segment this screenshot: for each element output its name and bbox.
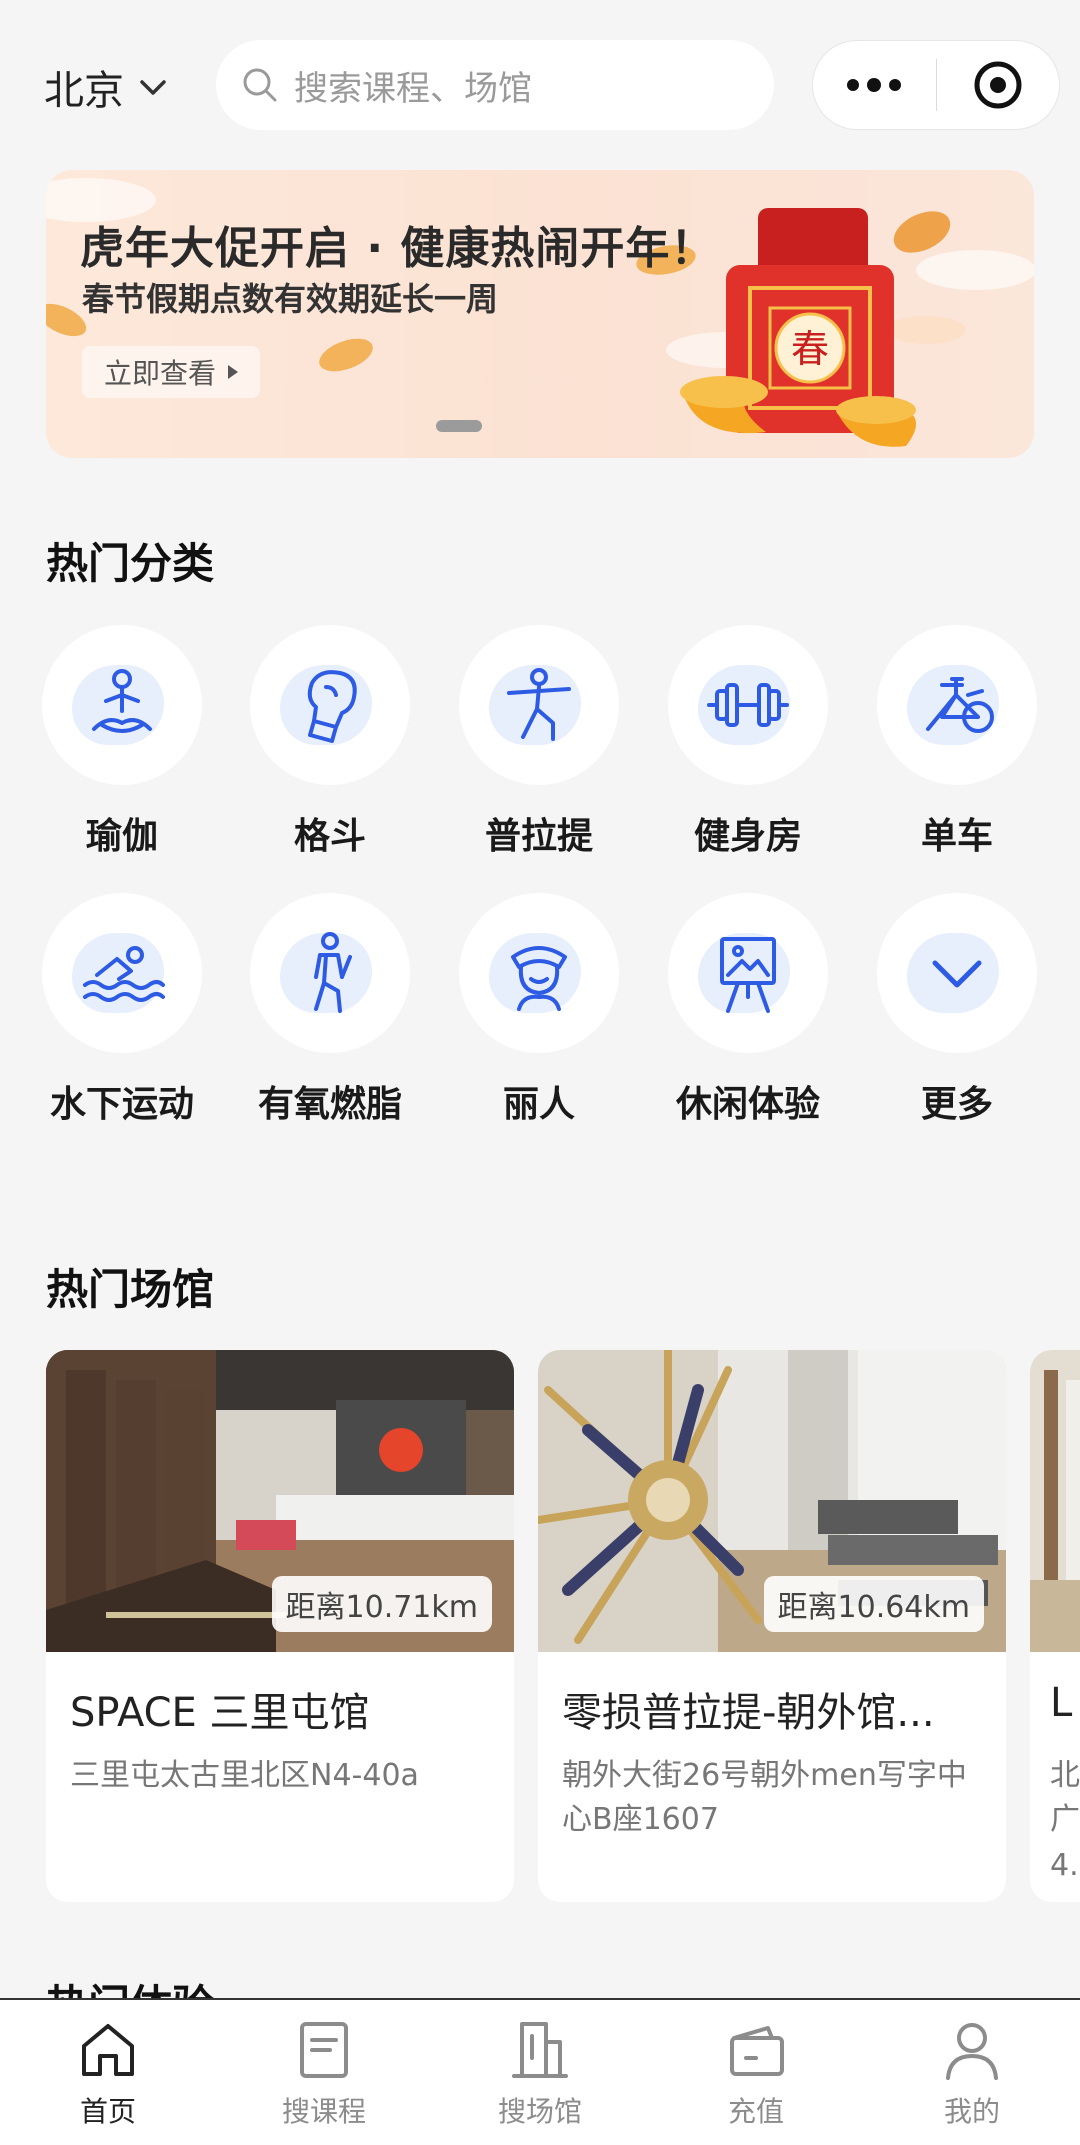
chevron-down-icon [932, 960, 982, 988]
section-title-venues: 热门场馆 [46, 1265, 215, 1314]
more-dots-icon [847, 78, 902, 92]
category-icon-circle [42, 625, 202, 785]
venue-address: 三里屯太古里北区N4-40a [70, 1758, 419, 1793]
tab-label: 首页 [79, 2095, 136, 2128]
category-more[interactable]: 更多 [872, 893, 1042, 1127]
search-icon [243, 68, 277, 102]
venue-address: 北广 [1050, 1758, 1080, 1837]
venue-card[interactable]: L 北广 4. [1030, 1350, 1080, 1902]
category-label: 瑜伽 [85, 816, 158, 857]
category-cardio[interactable]: 有氧燃脂 [245, 893, 415, 1127]
red-packet-char: 春 [791, 327, 829, 371]
search-input[interactable]: 搜索课程、场馆 [216, 40, 774, 130]
city-label: 北京 [44, 68, 124, 114]
play-arrow-icon [228, 365, 239, 379]
home-icon [82, 2024, 134, 2076]
chevron-down-icon [140, 80, 166, 95]
banner-cta-label: 立即查看 [104, 357, 217, 390]
category-label: 水下运动 [49, 1084, 194, 1125]
category-label: 健身房 [693, 816, 802, 857]
category-icon-circle [459, 893, 619, 1053]
tab-label: 搜场馆 [497, 2095, 582, 2128]
section-title-categories: 热门分类 [46, 539, 215, 588]
close-miniprogram-button[interactable] [937, 41, 1060, 129]
distance-badge: 距离10.71km [271, 1576, 492, 1632]
tab-label: 充值 [727, 2095, 784, 2128]
category-label: 普拉提 [484, 816, 593, 857]
category-icon-circle [250, 625, 410, 785]
category-icon-circle [668, 893, 828, 1053]
wallet-icon [730, 2026, 784, 2076]
boxing-glove-icon [307, 670, 357, 743]
venue-name: 零损普拉提-朝外馆... [562, 1690, 935, 1736]
building-icon [512, 2022, 568, 2078]
tab-home[interactable]: 首页 [0, 2000, 216, 2145]
course-icon [300, 2022, 348, 2078]
category-icon-circle [250, 893, 410, 1053]
miniprogram-capsule [812, 40, 1060, 130]
distance-badge: 距离10.64km [763, 1576, 984, 1632]
banner-view-button[interactable]: 立即查看 [82, 346, 261, 398]
dumbbell-icon [707, 683, 789, 727]
category-yoga[interactable]: 瑜伽 [37, 625, 207, 859]
promo-banner[interactable]: 春 虎年大促开启 · 健康热闹开年！ 春节假期点数有效期延长一周 立即查看 [46, 170, 1034, 458]
category-label: 有氧燃脂 [257, 1084, 402, 1125]
meditation-icon [92, 669, 152, 733]
tab-label: 搜课程 [281, 2095, 366, 2128]
category-water-sports[interactable]: 水下运动 [37, 893, 207, 1127]
banner-subtitle: 春节假期点数有效期延长一周 [82, 280, 499, 318]
tab-profile[interactable]: 我的 [864, 2000, 1080, 2145]
tab-search-courses[interactable]: 搜课程 [216, 2000, 432, 2145]
category-icon-circle [42, 893, 202, 1053]
venue-card[interactable]: 距离10.64km 零损普拉提-朝外馆... 朝外大街26号朝外men写字中心B… [538, 1350, 1006, 1902]
venue-extra: 4. [1050, 1848, 1079, 1883]
bottom-tab-bar: 首页 搜课程 搜场馆 充值 我的 [0, 1998, 1080, 2145]
venue-name: L [1050, 1680, 1073, 1726]
category-label: 格斗 [293, 816, 366, 857]
running-icon [314, 932, 352, 1013]
category-label: 休闲体验 [675, 1084, 820, 1125]
category-label: 单车 [920, 816, 993, 857]
banner-title: 虎年大促开启 · 健康热闹开年！ [80, 223, 716, 274]
venue-address: 朝外大街26号朝外men写字中心B座1607 [562, 1758, 967, 1837]
user-icon [946, 2023, 998, 2080]
more-menu-button[interactable] [813, 41, 936, 129]
city-selector[interactable]: 北京 [44, 58, 168, 116]
category-gym[interactable]: 健身房 [663, 625, 833, 859]
category-beauty[interactable]: 丽人 [454, 893, 624, 1127]
beauty-icon [511, 946, 567, 1011]
venue-name: SPACE 三里屯馆 [70, 1690, 370, 1736]
tab-label: 我的 [943, 2095, 1000, 2128]
stretch-pose-icon [507, 668, 571, 741]
venue-card[interactable]: 距离10.71km SPACE 三里屯馆 三里屯太古里北区N4-40a [46, 1350, 514, 1902]
top-bar: 北京 搜索课程、场馆 [0, 0, 1080, 160]
venue-carousel[interactable]: 距离10.71km SPACE 三里屯馆 三里屯太古里北区N4-40a 距离10… [0, 1350, 1080, 1905]
category-label: 丽人 [502, 1084, 575, 1125]
category-leisure[interactable]: 休闲体验 [663, 893, 833, 1127]
tab-search-venues[interactable]: 搜场馆 [432, 2000, 648, 2145]
category-cycling[interactable]: 单车 [872, 625, 1042, 859]
carousel-indicator [436, 420, 482, 432]
category-icon-circle [459, 625, 619, 785]
category-pilates[interactable]: 普拉提 [454, 625, 624, 859]
category-icon-circle [877, 893, 1037, 1053]
easel-icon [720, 937, 776, 1013]
category-icon-circle [877, 625, 1037, 785]
bicycle-icon [926, 677, 994, 733]
target-icon [974, 61, 1022, 109]
venue-photo [1030, 1350, 1080, 1652]
swimming-icon [83, 946, 165, 1002]
category-fighting[interactable]: 格斗 [245, 625, 415, 859]
search-placeholder: 搜索课程、场馆 [294, 68, 532, 109]
tab-recharge[interactable]: 充值 [648, 2000, 864, 2145]
category-icon-circle [668, 625, 828, 785]
category-label: 更多 [920, 1084, 993, 1125]
